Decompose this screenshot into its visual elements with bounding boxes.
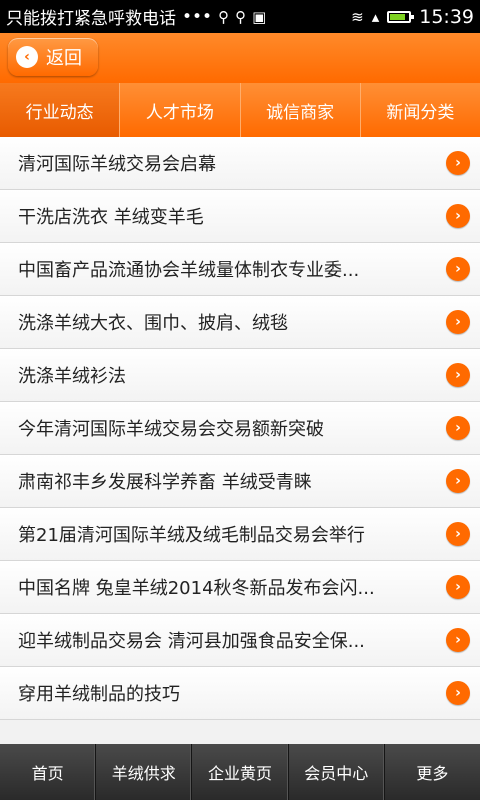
usb-icon: ⚲ [218,7,230,26]
usb-icon: ⚲ [235,7,247,26]
signal-icon: ▴ [371,7,380,26]
list-item[interactable]: 今年清河国际羊绒交易会交易额新突破 › [0,402,480,455]
list-item-title: 中国名牌 兔皇羊绒2014秋冬新品发布会闪... [18,578,375,599]
chevron-right-icon: › [446,469,470,493]
status-left: 只能拨打紧急呼救电话 ••• ⚲ ⚲ ▣ [6,4,351,30]
list-item-title: 今年清河国际羊绒交易会交易额新突破 [18,419,324,440]
back-button[interactable]: ‹ 返回 [8,38,98,76]
tab-trusted-merchants[interactable]: 诚信商家 [240,83,361,137]
status-time: 15:39 [419,5,474,28]
tab-industry-news[interactable]: 行业动态 [0,83,121,137]
chevron-right-icon: › [446,628,470,652]
list-item[interactable]: 第21届清河国际羊绒及绒毛制品交易会举行 › [0,508,480,561]
list-item-title: 洗涤羊绒衫法 [18,366,126,387]
notification-text: 只能拨打紧急呼救电话 [6,9,176,29]
list-item-title: 中国畜产品流通协会羊绒量体制衣专业委... [18,260,360,281]
tab-label: 行业动态 [25,102,94,123]
chevron-right-icon: › [446,310,470,334]
tab-label: 诚信商家 [266,102,335,123]
list-item-title: 干洗店洗衣 羊绒变羊毛 [18,207,204,228]
nav-home[interactable]: 首页 [0,744,97,800]
list-item-title: 肃南祁丰乡发展科学养畜 羊绒受青睐 [18,472,312,493]
nav-more[interactable]: 更多 [385,744,480,800]
app-header: ‹ 返回 [0,33,480,83]
nav-label: 羊绒供求 [111,764,176,783]
battery-icon [387,10,415,23]
wifi-icon: ≋ [351,7,364,26]
image-icon: ▣ [252,7,267,26]
list-item-title: 洗涤羊绒大衣、围巾、披肩、绒毯 [18,313,288,334]
list-item[interactable]: 洗涤羊绒大衣、围巾、披肩、绒毯 › [0,296,480,349]
list-item[interactable]: 清河国际羊绒交易会启幕 › [0,137,480,190]
chevron-right-icon: › [446,575,470,599]
nav-member-center[interactable]: 会员中心 [289,744,385,800]
nav-cashmere-supply[interactable]: 羊绒供求 [96,744,193,800]
back-label: 返回 [46,48,82,69]
chevron-right-icon: › [446,151,470,175]
chevron-right-icon: › [446,416,470,440]
chevron-right-icon: › [446,204,470,228]
tab-news-categories[interactable]: 新闻分类 [360,83,480,137]
notification-dots: ••• [182,6,213,27]
list-item[interactable]: 肃南祁丰乡发展科学养畜 羊绒受青睐 › [0,455,480,508]
chevron-right-icon: › [446,363,470,387]
nav-label: 企业黄页 [208,764,273,783]
list-item-title: 迎羊绒制品交易会 清河县加强食品安全保... [18,631,365,652]
status-bar: 只能拨打紧急呼救电话 ••• ⚲ ⚲ ▣ ≋ ▴ 15:39 [0,0,480,33]
bottom-nav: 首页 羊绒供求 企业黄页 会员中心 更多 [0,744,480,800]
list-item[interactable]: 迎羊绒制品交易会 清河县加强食品安全保... › [0,614,480,667]
nav-label: 更多 [416,764,449,783]
status-right: ≋ ▴ 15:39 [351,6,474,28]
tab-talent-market[interactable]: 人才市场 [120,83,241,137]
chevron-right-icon: › [446,681,470,705]
nav-label: 会员中心 [304,764,369,783]
category-tabs: 行业动态 人才市场 诚信商家 新闻分类 [0,83,480,137]
list-item[interactable]: 穿用羊绒制品的技巧 › [0,667,480,720]
tab-label: 人才市场 [145,102,214,123]
chevron-left-icon: ‹ [16,46,38,68]
chevron-right-icon: › [446,522,470,546]
tab-label: 新闻分类 [386,102,455,123]
nav-business-directory[interactable]: 企业黄页 [192,744,289,800]
nav-label: 首页 [31,764,64,783]
list-item[interactable]: 中国畜产品流通协会羊绒量体制衣专业委... › [0,243,480,296]
list-item[interactable]: 洗涤羊绒衫法 › [0,349,480,402]
news-list: 清河国际羊绒交易会启幕 › 干洗店洗衣 羊绒变羊毛 › 中国畜产品流通协会羊绒量体制… [0,137,480,720]
list-item-title: 清河国际羊绒交易会启幕 [18,154,216,175]
list-item-title: 穿用羊绒制品的技巧 [18,684,180,705]
list-item-title: 第21届清河国际羊绒及绒毛制品交易会举行 [18,525,365,546]
list-item[interactable]: 中国名牌 兔皇羊绒2014秋冬新品发布会闪... › [0,561,480,614]
chevron-right-icon: › [446,257,470,281]
list-item[interactable]: 干洗店洗衣 羊绒变羊毛 › [0,190,480,243]
